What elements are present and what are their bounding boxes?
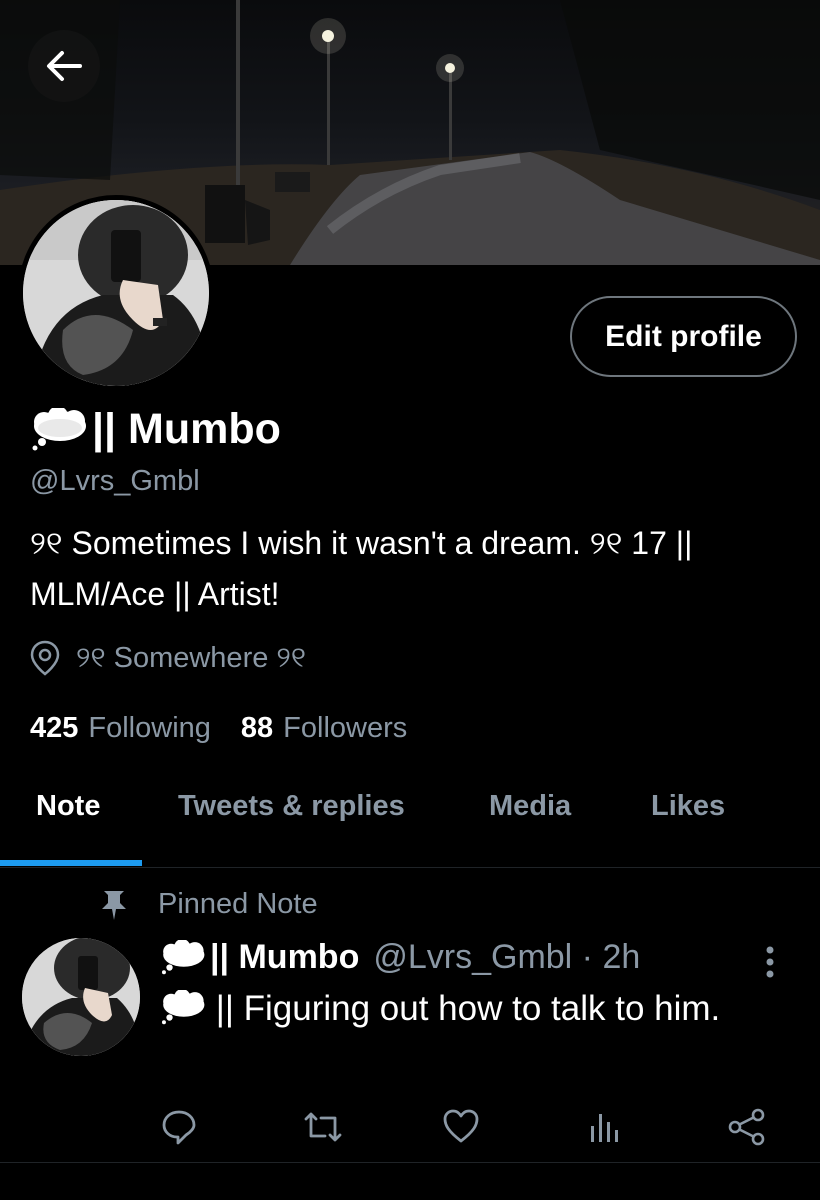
profile-location: ୨୧ Somewhere ୨୧ — [30, 640, 306, 676]
followers-count: 88 — [240, 712, 274, 744]
profile-name: || Mumbo — [30, 405, 281, 454]
pinned-label: Pinned Note — [158, 888, 318, 920]
tweet-author-name[interactable]: || Mumbo — [210, 938, 359, 977]
following-label: Following — [88, 712, 211, 744]
share-button[interactable] — [728, 1108, 766, 1151]
avatar-image — [23, 200, 209, 386]
profile-handle: @Lvrs_Gmbl — [30, 465, 200, 497]
location-pin-icon — [30, 640, 60, 676]
tweet-avatar-image — [22, 938, 140, 1056]
back-button[interactable] — [28, 30, 100, 102]
profile-avatar[interactable] — [18, 195, 214, 391]
thought-balloon-icon — [161, 988, 205, 1025]
profile-tabs: Note Tweets & replies Media Likes — [0, 768, 820, 868]
pin-icon — [102, 890, 126, 920]
analytics-button[interactable] — [588, 1108, 620, 1149]
like-button[interactable] — [442, 1108, 480, 1149]
location-text: ୨୧ Somewhere ୨୧ — [76, 641, 306, 674]
analytics-icon — [591, 1114, 618, 1142]
thought-balloon-icon — [161, 939, 205, 974]
tab-note[interactable]: Note — [36, 790, 100, 823]
tab-likes[interactable]: Likes — [651, 790, 725, 823]
tweet-text: || Figuring out how to talk to him. — [160, 985, 780, 1032]
followers-link[interactable]: 88 Followers — [241, 712, 407, 745]
heart-icon — [443, 1109, 479, 1143]
followers-label: Followers — [283, 712, 408, 744]
reply-icon — [162, 1110, 196, 1145]
profile-bio: ୨୧ Sometimes I wish it wasn't a dream. ୨… — [30, 525, 693, 612]
display-name: || Mumbo — [92, 405, 281, 453]
tweet-header: || Mumbo @Lvrs_Gmbl · 2h — [160, 938, 640, 977]
thought-balloon-icon — [32, 407, 86, 450]
divider — [0, 1162, 820, 1163]
tab-media[interactable]: Media — [489, 790, 571, 823]
pinned-label-row: Pinned Note — [100, 888, 318, 921]
retweet-button[interactable] — [303, 1108, 343, 1151]
active-tab-indicator — [0, 860, 142, 866]
arrow-left-icon — [47, 51, 82, 81]
share-icon — [728, 1108, 765, 1146]
tab-tweets-replies[interactable]: Tweets & replies — [178, 790, 405, 823]
reply-button[interactable] — [160, 1108, 198, 1151]
retweet-icon — [304, 1112, 342, 1142]
tweet-avatar[interactable] — [22, 938, 140, 1056]
tweet-actions — [0, 1100, 820, 1160]
tweet-body: || Figuring out how to talk to him. — [206, 989, 721, 1028]
tweet-author-handle[interactable]: @Lvrs_Gmbl · 2h — [373, 938, 640, 977]
following-link[interactable]: 425 Following — [30, 712, 211, 745]
follow-stats: 425 Following 88 Followers — [30, 712, 437, 745]
following-count: 425 — [30, 712, 79, 744]
more-options-icon[interactable] — [755, 942, 785, 982]
edit-profile-button[interactable]: Edit profile — [570, 296, 797, 377]
